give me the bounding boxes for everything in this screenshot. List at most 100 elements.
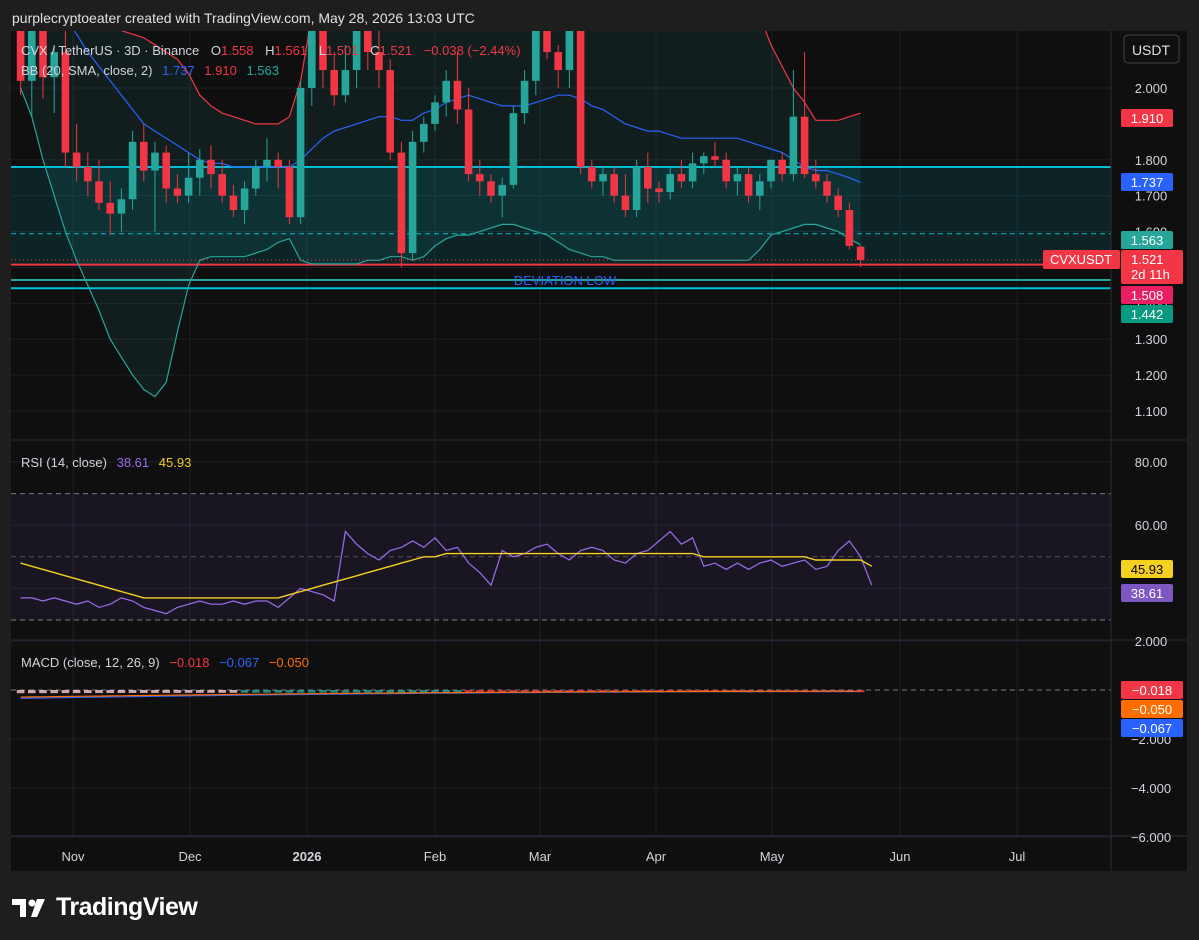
bb-upper-badge: 1.910	[1121, 109, 1173, 127]
chart-frame[interactable]: DEVIATION LOW 1.1001.2001.3001.4001.5001…	[11, 0, 1187, 871]
low-line-badge: 1.508	[1121, 286, 1173, 304]
macd-hist-bar	[95, 690, 103, 694]
svg-text:1.563: 1.563	[1131, 233, 1164, 248]
svg-text:−0.050: −0.050	[1132, 702, 1172, 717]
tradingview-logo[interactable]: TradingView	[12, 893, 198, 922]
time-tick-label: Apr	[646, 849, 667, 864]
price-tick-label: 1.100	[1135, 404, 1168, 419]
macd-hist-bar	[84, 690, 92, 694]
currency-button[interactable]: USDT	[1123, 34, 1180, 64]
candle	[128, 131, 137, 211]
macd-hist-bar	[184, 690, 193, 693]
candle	[296, 80, 305, 225]
time-tick-label: Mar	[529, 849, 552, 864]
rsi-value-badge: 38.61	[1121, 584, 1173, 602]
svg-text:1.521: 1.521	[1131, 252, 1164, 267]
svg-text:CVXUSDT: CVXUSDT	[1050, 252, 1112, 267]
candle	[397, 141, 406, 268]
macd-hist-bar	[341, 690, 350, 693]
macd-legend: MACD (close, 12, 26, 9) −0.018 −0.067 −0…	[21, 655, 309, 670]
price-tick-label: 1.200	[1135, 368, 1168, 383]
macd-signal-badge: −0.050	[1121, 700, 1183, 718]
macd-hist-bar	[50, 690, 58, 694]
svg-text:USDT: USDT	[1132, 42, 1171, 58]
svg-text:1.442: 1.442	[1131, 307, 1164, 322]
macd-hist-bar	[285, 690, 294, 693]
macd-hist-bar	[397, 690, 406, 693]
candle	[509, 105, 518, 189]
macd-hist-bar	[218, 690, 226, 693]
price-tick-label: 1.300	[1135, 332, 1168, 347]
macd-hist-bar	[117, 690, 126, 694]
macd-axis[interactable]: 2.000−2.000−4.000−6.000	[1131, 634, 1171, 845]
macd-hist-bar	[319, 690, 327, 693]
time-tick-label: Jul	[1009, 849, 1026, 864]
time-tick-label: May	[760, 849, 785, 864]
macd-hist-bar	[330, 690, 338, 693]
macd-hist-bar	[173, 690, 182, 693]
svg-text:38.61: 38.61	[1131, 586, 1164, 601]
price-tick-label: 2.000	[1135, 81, 1168, 96]
svg-text:2d 11h: 2d 11h	[1131, 267, 1170, 282]
time-axis[interactable]: Nov Dec 2026 Feb Mar Apr May Jun Jul	[61, 849, 1025, 864]
candle	[632, 159, 641, 218]
svg-text:−0.018: −0.018	[1132, 683, 1172, 698]
macd-hist-bar	[252, 690, 260, 693]
macd-hist-bar	[39, 690, 47, 694]
tradingview-logo-icon	[12, 898, 45, 917]
macd-hist-badge: −0.018	[1121, 681, 1183, 699]
macd-hist-bar	[61, 690, 70, 694]
last-price-badge: 1.521 2d 11h	[1121, 250, 1183, 284]
rsi-tick-label: 80.00	[1135, 455, 1168, 470]
macd-hist-bar	[274, 690, 282, 693]
rsi-tick-label: 60.00	[1135, 518, 1168, 533]
macd-hist-bar	[352, 690, 361, 693]
macd-hist-bar	[151, 690, 159, 693]
chart-attribution-header: purplecryptoeater created with TradingVi…	[12, 10, 475, 26]
candle	[386, 59, 394, 160]
macd-value-badge: −0.067	[1121, 719, 1183, 737]
macd-hist-bar	[375, 690, 383, 693]
macd-hist-bar	[364, 690, 372, 693]
macd-hist-bar	[386, 690, 394, 693]
svg-text:MACD (close, 12, 26, 9): MACD (close, 12, 26, 9) −0.018 −0.067 −0…	[21, 655, 309, 670]
candle	[408, 131, 417, 261]
time-tick-label: Nov	[61, 849, 85, 864]
bb-basis-badge: 1.737	[1121, 173, 1173, 191]
macd-tick-label: 2.000	[1135, 634, 1168, 649]
macd-hist-bar	[207, 690, 215, 693]
candle	[285, 159, 294, 225]
rsi-legend: RSI (14, close) 38.61 45.93	[21, 455, 191, 470]
macd-hist-bar	[240, 690, 249, 693]
symbol-badge: CVXUSDT	[1043, 250, 1120, 269]
bb-lower-badge: 1.563	[1121, 231, 1173, 249]
macd-hist-bar	[408, 690, 417, 693]
time-tick-label: Feb	[424, 849, 446, 864]
time-tick-label: Dec	[178, 849, 202, 864]
deviation-low-label: DEVIATION LOW	[514, 273, 617, 288]
chart-canvas[interactable]: DEVIATION LOW 1.1001.2001.3001.4001.5001…	[11, 0, 1187, 871]
svg-text:1.737: 1.737	[1131, 175, 1164, 190]
macd-hist-bar	[72, 690, 81, 694]
macd-hist-bar	[28, 690, 36, 694]
svg-text:BB (20, SMA, close, 2): BB (20, SMA, close, 2) 1.737 1.910 1.563	[21, 63, 279, 78]
macd-tick-label: −6.000	[1131, 830, 1171, 845]
legend-symbol: CVX / TetherUS · 3D · Binance	[21, 43, 199, 58]
tradingview-wordmark: TradingView	[56, 893, 198, 921]
macd-hist-bar	[296, 690, 305, 693]
macd-hist-bar	[263, 690, 271, 693]
svg-text:45.93: 45.93	[1131, 562, 1164, 577]
macd-tick-label: −4.000	[1131, 781, 1171, 796]
macd-hist-bar	[196, 690, 204, 693]
svg-text:RSI (14, close) 38.61: RSI (14, close) 38.61 45.93	[21, 455, 191, 470]
svg-text:1.910: 1.910	[1131, 111, 1164, 126]
time-tick-label: 2026	[293, 849, 322, 864]
macd-hist-bar	[229, 690, 238, 693]
macd-hist-bar	[308, 690, 316, 693]
macd-hist-bar	[140, 690, 148, 693]
macd-hist-bar	[128, 690, 137, 693]
price-tick-label: 1.800	[1135, 153, 1168, 168]
rsi-ma-badge: 45.93	[1121, 560, 1173, 578]
macd-hist-bar	[162, 690, 170, 693]
macd-hist-bar	[16, 690, 25, 694]
